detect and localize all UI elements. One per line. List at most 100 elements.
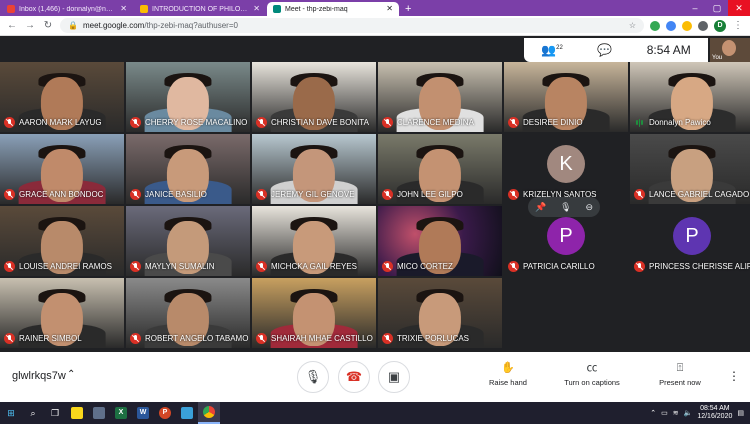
minimize-icon[interactable]: – [684, 0, 706, 16]
participant-tile[interactable]: DESIREE DINIO [504, 62, 628, 132]
taskbar-clock[interactable]: 08:54 AM 12/16/2020 [697, 405, 732, 421]
notifications-icon[interactable]: ▤ [737, 409, 744, 417]
self-view[interactable]: You [710, 38, 750, 62]
present-now-button[interactable]: ⍐ Present now [640, 362, 720, 387]
chevron-up-icon[interactable]: ⌃ [67, 369, 75, 380]
participant-tile[interactable]: MICHCKA GAIL REYES [252, 206, 376, 276]
participant-name: GRACE ANN BONDOC [19, 190, 104, 199]
more-options-icon[interactable]: ⋮ [728, 369, 740, 383]
participant-tile[interactable]: MICO CORTEZ [378, 206, 502, 276]
address-bar[interactable]: 🔒 meet.google.com/thp-zebi-maq?authuser=… [60, 18, 644, 33]
participant-name: AARON MARK LAYUG [19, 118, 102, 127]
extension-icon[interactable] [650, 20, 660, 31]
participant-name: SHAIRAH MHAE CASTILLO [271, 334, 373, 343]
people-button[interactable]: 👥22 [541, 43, 563, 57]
raise-hand-label: Raise hand [489, 378, 527, 387]
extension-icon[interactable] [682, 20, 692, 31]
system-tray: ⌃ ▭ ≋ 🔈 08:54 AM 12/16/2020 ▤ [650, 405, 750, 421]
close-icon[interactable]: ✕ [386, 5, 393, 13]
hang-up-icon: ☎ [345, 369, 363, 384]
participant-tile[interactable]: LOUISE ANDREI RAMOS [0, 206, 124, 276]
extension-icon[interactable] [666, 20, 676, 31]
captions-button[interactable]: ㏄ Turn on captions [552, 362, 632, 387]
microphone-button[interactable]: 🎙 [297, 361, 329, 393]
remove-icon[interactable]: ⊖ [585, 202, 593, 213]
participant-tile[interactable]: CHRISTIAN DAVE BONITA [252, 62, 376, 132]
participant-nametag: CHERRY ROSE MACALINO [130, 117, 247, 128]
close-window-icon[interactable]: ✕ [728, 0, 750, 16]
close-icon[interactable]: ✕ [120, 5, 127, 13]
battery-icon[interactable]: ▭ [661, 409, 668, 417]
menu-icon[interactable]: ⋮ [732, 20, 744, 31]
participant-nametag: PATRICIA CARILLO [508, 261, 595, 272]
participant-tile[interactable]: AARON MARK LAYUG [0, 62, 124, 132]
participant-tile[interactable]: GRACE ANN BONDOC [0, 134, 124, 204]
excel-icon[interactable]: X [110, 402, 132, 424]
powerpoint-icon[interactable]: P [154, 402, 176, 424]
mic-muted-icon [256, 261, 267, 272]
participant-tile[interactable]: CHERRY ROSE MACALINO [126, 62, 250, 132]
tab-philosophy[interactable]: INTRODUCTION OF PHILOSOPHY ✕ [134, 2, 266, 16]
participant-nametag: JEREMY GIL GENOVE [256, 189, 355, 200]
hand-icon: ✋ [501, 362, 515, 374]
participant-tile[interactable]: RAINER SIMBOL [0, 278, 124, 348]
participant-tile[interactable]: SHAIRAH MHAE CASTILLO [252, 278, 376, 348]
tab-meet[interactable]: Meet - thp-zebi-maq ✕ [267, 2, 399, 16]
chat-icon[interactable]: 💬 [597, 43, 612, 57]
search-icon[interactable]: ⌕ [22, 402, 44, 424]
chrome-icon[interactable] [198, 402, 220, 424]
profile-avatar[interactable]: D [714, 19, 726, 32]
calculator-icon[interactable] [88, 402, 110, 424]
lock-icon: 🔒 [68, 21, 78, 30]
participant-tile[interactable]: JOHN LEE GILPO [378, 134, 502, 204]
windows-start-icon[interactable]: ⊞ [0, 402, 22, 424]
mic-muted-icon [382, 261, 393, 272]
camera-button[interactable]: ▣ [378, 361, 410, 393]
reload-icon[interactable]: ↻ [42, 20, 54, 31]
wifi-icon[interactable]: ≋ [673, 409, 679, 417]
tab-gmail[interactable]: Inbox (1,466) - donnalyn@nca.ed ✕ [1, 2, 133, 16]
participant-tile[interactable]: ROBERT ANGELO TABAMO [126, 278, 250, 348]
participant-name: MAYLYN SUMALIN [145, 262, 215, 271]
participant-nametag: PRINCESS CHERISSE ALIP... [634, 261, 750, 272]
participant-tile[interactable]: JEREMY GIL GENOVE [252, 134, 376, 204]
maximize-icon[interactable]: ▢ [706, 0, 728, 16]
meeting-info-bar: 👥22 💬 8:54 AM [524, 38, 708, 62]
participant-nametag: RAINER SIMBOL [4, 333, 82, 344]
mic-muted-icon [256, 189, 267, 200]
participant-tile[interactable]: MAYLYN SUMALIN [126, 206, 250, 276]
back-icon[interactable]: ← [6, 20, 18, 31]
task-view-icon[interactable]: ❐ [44, 402, 66, 424]
participant-tile[interactable]: Donnalyn Pawico [630, 62, 750, 132]
participant-tile[interactable]: CLARENCE MEDINA [378, 62, 502, 132]
forward-icon[interactable]: → [24, 20, 36, 31]
participant-name: ROBERT ANGELO TABAMO [145, 334, 249, 343]
new-tab-button[interactable]: + [405, 2, 411, 16]
volume-icon[interactable]: 🔈 [684, 409, 693, 417]
puzzle-icon[interactable] [698, 20, 708, 31]
word-icon[interactable]: W [132, 402, 154, 424]
participant-tile[interactable]: K KRIZELYN SANTOS [504, 134, 628, 204]
raise-hand-button[interactable]: ✋ Raise hand [468, 362, 548, 387]
close-icon[interactable]: ✕ [253, 5, 260, 13]
chevron-up-icon[interactable]: ⌃ [650, 409, 656, 417]
participant-tile[interactable]: JANICE BASILIO [126, 134, 250, 204]
participant-avatar: K [547, 145, 585, 183]
self-label: You [712, 55, 723, 61]
taskbar-time: 08:54 AM [700, 405, 730, 412]
participant-tile[interactable]: LANCE GABRIEL CAGADO [630, 134, 750, 204]
mic-off-icon[interactable]: 🎙 [560, 202, 571, 213]
mic-muted-icon [508, 189, 519, 200]
captions-label: Turn on captions [564, 378, 620, 387]
pin-icon[interactable]: 📌 [535, 202, 546, 213]
photos-icon[interactable] [176, 402, 198, 424]
sticky-notes-icon[interactable] [66, 402, 88, 424]
participant-nametag: MAYLYN SUMALIN [130, 261, 215, 272]
meet-stage: AARON MARK LAYUG CHERRY ROSE MACALINO CHRI… [0, 36, 750, 352]
mic-muted-icon [508, 261, 519, 272]
leave-call-button[interactable]: ☎ [338, 361, 370, 393]
participant-tile[interactable]: TRIXIE PORLUCAS [378, 278, 502, 348]
bookmark-star-icon[interactable]: ☆ [629, 21, 636, 30]
meeting-code[interactable]: glwlrkqs7w [12, 370, 66, 382]
participant-tile[interactable]: P PRINCESS CHERISSE ALIP... [630, 206, 750, 276]
